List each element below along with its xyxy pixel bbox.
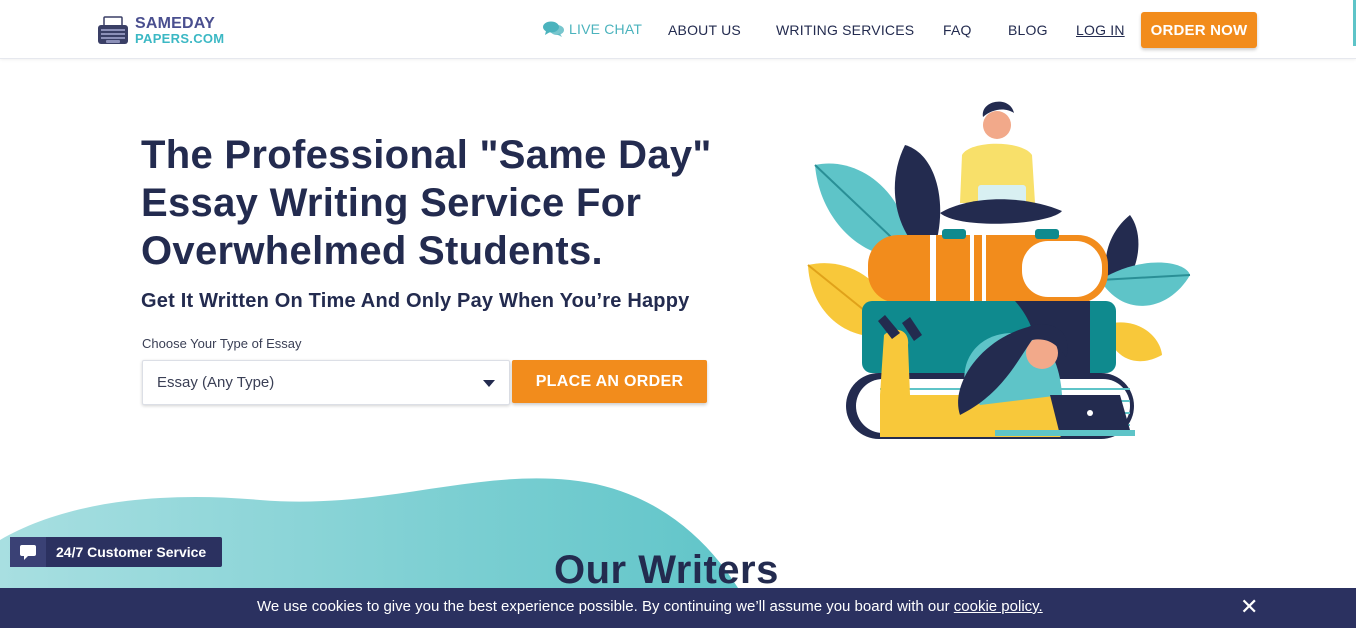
close-icon[interactable]: ✕ (1240, 596, 1258, 618)
typewriter-icon (98, 16, 128, 44)
cookie-consent-bar: We use cookies to give you the best expe… (0, 588, 1356, 628)
hero-subtitle: Get It Written On Time And Only Pay When… (141, 290, 690, 312)
our-writers-heading: Our Writers (554, 548, 779, 592)
nav-blog[interactable]: BLOG (1008, 22, 1048, 38)
essay-type-label: Choose Your Type of Essay (142, 336, 302, 351)
place-order-button[interactable]: PLACE AN ORDER (512, 360, 707, 403)
cookie-message: We use cookies to give you the best expe… (257, 598, 1043, 615)
hero-title-line-1: The Professional "Same Day" (141, 133, 712, 177)
nav-about-us[interactable]: ABOUT US (668, 22, 741, 38)
logo-text: SAMEDAY PAPERS.COM (135, 15, 225, 47)
nav-live-chat[interactable]: LIVE CHAT (543, 21, 642, 37)
hero-title: The Professional "Same Day" Essay Writin… (141, 131, 781, 275)
cookie-text: We use cookies to give you the best expe… (257, 598, 954, 615)
site-logo[interactable]: SAMEDAY PAPERS.COM (97, 15, 224, 47)
logo-line-1: SAMEDAY (135, 15, 215, 32)
customer-service-label: 24/7 Customer Service (56, 544, 207, 560)
customer-service-widget[interactable]: 24/7 Customer Service (10, 537, 222, 567)
cookie-policy-link[interactable]: cookie policy. (954, 598, 1043, 615)
nav-log-in[interactable]: LOG IN (1076, 22, 1125, 38)
site-header: SAMEDAY PAPERS.COM LIVE CHAT ABOUT US WR… (0, 0, 1356, 59)
chat-bubble-icon (10, 537, 46, 567)
students-books-illustration (807, 101, 1191, 439)
nav-writing-services[interactable]: WRITING SERVICES (776, 22, 914, 38)
hero-title-line-3: Overwhelmed Students. (141, 229, 603, 273)
caret-down-icon (483, 380, 495, 387)
logo-line-2: PAPERS.COM (135, 31, 225, 46)
essay-type-value: Essay (Any Type) (157, 374, 275, 391)
nav-faq[interactable]: FAQ (943, 22, 972, 38)
nav-live-chat-label: LIVE CHAT (569, 21, 643, 37)
hero-title-line-2: Essay Writing Service For (141, 181, 642, 225)
essay-type-select[interactable]: Essay (Any Type) (142, 360, 510, 405)
order-now-button[interactable]: ORDER NOW (1141, 12, 1257, 48)
chat-bubbles-icon (543, 21, 564, 37)
